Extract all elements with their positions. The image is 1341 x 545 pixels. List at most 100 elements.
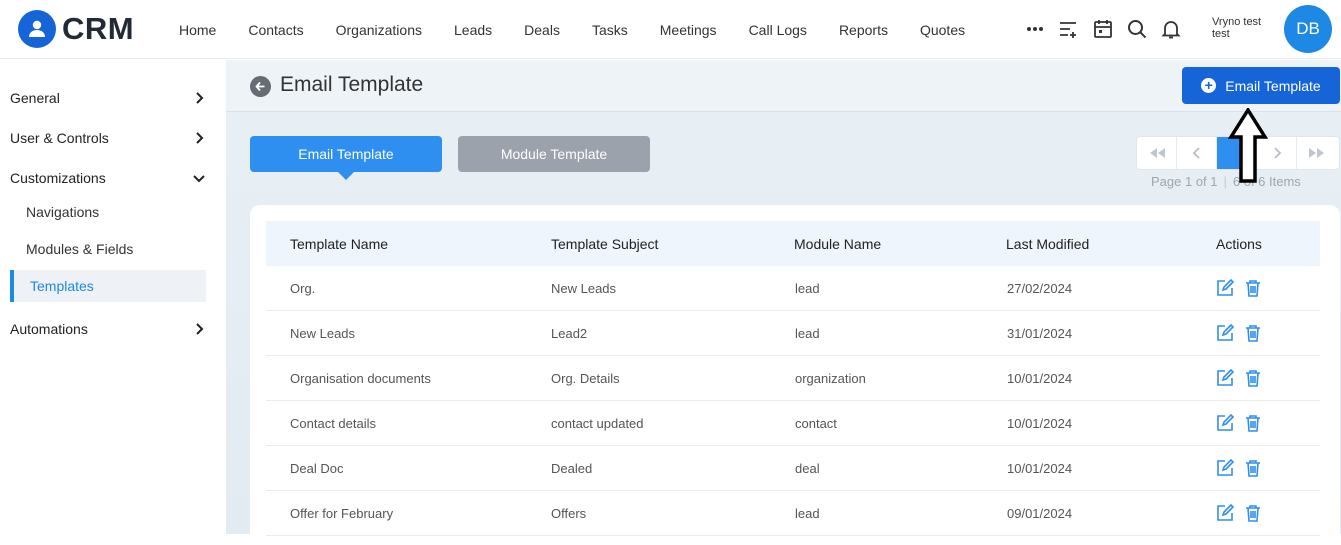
nav-deals[interactable]: Deals xyxy=(508,22,576,38)
logo-user-icon xyxy=(18,10,56,48)
tab-email-template[interactable]: Email Template xyxy=(250,136,442,180)
edit-icon[interactable] xyxy=(1216,369,1234,387)
nav-leads[interactable]: Leads xyxy=(438,22,508,38)
nav-home[interactable]: Home xyxy=(163,22,232,38)
trash-icon[interactable] xyxy=(1244,279,1262,297)
nav-call-logs[interactable]: Call Logs xyxy=(733,22,823,38)
templates-table-card: Template Name Template Subject Module Na… xyxy=(250,205,1340,545)
row-actions xyxy=(1216,414,1262,432)
cell-module-name: lead xyxy=(795,280,820,296)
edit-icon[interactable] xyxy=(1216,459,1234,477)
cell-last-modified: 31/01/2024 xyxy=(1007,325,1073,341)
more-icon[interactable] xyxy=(1018,14,1052,44)
cell-template-name: Org. xyxy=(290,280,316,296)
sidebar-item-general[interactable]: General xyxy=(10,83,206,113)
table-row[interactable]: New Leads Lead2 lead 31/01/2024 xyxy=(266,311,1320,356)
trash-icon[interactable] xyxy=(1244,369,1262,387)
page-header: Email Template + Email Template xyxy=(226,60,1341,112)
nav-organizations[interactable]: Organizations xyxy=(320,22,438,38)
add-button-label: Email Template xyxy=(1225,77,1321,94)
table-row[interactable]: Deal Doc Dealed deal 10/01/2024 xyxy=(266,446,1320,491)
cell-template-name: Offer for February xyxy=(290,505,394,521)
add-list-icon[interactable] xyxy=(1052,14,1086,44)
sidebar-item-label: Customizations xyxy=(10,170,106,186)
cell-module-name: contact xyxy=(795,415,837,431)
row-actions xyxy=(1216,324,1262,342)
cell-template-name: Deal Doc xyxy=(290,460,344,476)
page-title: Email Template xyxy=(280,73,424,96)
cell-template-subject: Lead2 xyxy=(551,325,588,341)
chevron-right-icon xyxy=(196,323,204,335)
row-actions xyxy=(1216,504,1262,522)
row-actions xyxy=(1216,369,1262,387)
trash-icon[interactable] xyxy=(1244,414,1262,432)
edit-icon[interactable] xyxy=(1216,324,1234,342)
last-page-icon[interactable] xyxy=(1297,137,1337,169)
nav-meetings[interactable]: Meetings xyxy=(644,22,733,38)
cell-module-name: lead xyxy=(795,325,820,341)
pager-info: Page 1 of 1 | 6 of 6 Items xyxy=(1151,174,1301,189)
cell-template-subject: New Leads xyxy=(551,280,617,296)
nav-contacts[interactable]: Contacts xyxy=(232,22,319,38)
add-email-template-button[interactable]: + Email Template xyxy=(1182,67,1340,104)
top-navbar: CRM Home Contacts Organizations Leads De… xyxy=(0,0,1341,59)
table-header: Template Name Template Subject Module Na… xyxy=(266,221,1320,266)
table-row[interactable]: Organisation documents Org. Details organi… xyxy=(266,356,1320,401)
sidebar-item-label: Automations xyxy=(10,321,88,337)
top-icons xyxy=(1018,14,1188,44)
back-arrow-icon[interactable] xyxy=(250,76,271,97)
table-row[interactable]: Org. New Leads lead 27/02/2024 xyxy=(266,266,1320,311)
nav-quotes[interactable]: Quotes xyxy=(904,22,981,38)
bell-icon[interactable] xyxy=(1154,14,1188,44)
cell-last-modified: 09/01/2024 xyxy=(1007,505,1073,521)
col-last-modified[interactable]: Last Modified xyxy=(1006,236,1089,252)
tab-module-template[interactable]: Module Template xyxy=(458,136,650,172)
app-logo[interactable]: CRM xyxy=(18,10,134,48)
edit-icon[interactable] xyxy=(1216,504,1234,522)
table-row[interactable]: Offer for February Offers lead 09/01/2024 xyxy=(266,491,1320,536)
sidebar-item-navigations[interactable]: Navigations xyxy=(10,196,206,228)
main-content: Email Template + Email Template Email Te… xyxy=(226,60,1341,545)
trash-icon[interactable] xyxy=(1244,324,1262,342)
chevron-right-icon xyxy=(196,92,204,104)
col-template-name[interactable]: Template Name xyxy=(290,236,388,252)
sidebar-item-automations[interactable]: Automations xyxy=(10,314,206,344)
sidebar-item-label: User & Controls xyxy=(10,130,109,146)
cell-last-modified: 10/01/2024 xyxy=(1007,415,1073,431)
cell-template-subject: Org. Details xyxy=(551,370,620,386)
edit-icon[interactable] xyxy=(1216,279,1234,297)
annotation-up-arrow xyxy=(1228,108,1268,183)
plus-circle-icon: + xyxy=(1201,78,1217,93)
cell-module-name: lead xyxy=(795,505,820,521)
sidebar-item-customizations[interactable]: Customizations xyxy=(10,163,206,193)
calendar-icon[interactable] xyxy=(1086,14,1120,44)
sidebar-item-user-controls[interactable]: User & Controls xyxy=(10,123,206,153)
cell-template-subject: contact updated xyxy=(551,415,644,431)
cell-last-modified: 10/01/2024 xyxy=(1007,460,1073,476)
col-module-name[interactable]: Module Name xyxy=(794,236,881,252)
search-icon[interactable] xyxy=(1120,14,1154,44)
first-page-icon[interactable] xyxy=(1137,137,1177,169)
trash-icon[interactable] xyxy=(1244,459,1262,477)
cell-template-subject: Offers xyxy=(551,505,587,521)
avatar[interactable]: DB xyxy=(1284,5,1332,53)
col-template-subject[interactable]: Template Subject xyxy=(551,236,658,252)
page-count-text: Page 1 of 1 xyxy=(1151,174,1218,189)
cell-module-name: deal xyxy=(795,460,820,476)
col-actions: Actions xyxy=(1216,235,1262,252)
user-name: Vryno test test xyxy=(1212,16,1262,40)
nav-tasks[interactable]: Tasks xyxy=(576,22,644,38)
edit-icon[interactable] xyxy=(1216,414,1234,432)
cell-module-name: organization xyxy=(795,370,866,386)
nav-reports[interactable]: Reports xyxy=(823,22,904,38)
sidebar-item-modules-fields[interactable]: Modules & Fields xyxy=(10,233,206,265)
trash-icon[interactable] xyxy=(1244,504,1262,522)
chevron-down-icon xyxy=(193,175,205,183)
sidebar-item-templates[interactable]: Templates xyxy=(10,270,206,302)
cell-template-name: Organisation documents xyxy=(290,370,431,386)
prev-page-icon[interactable] xyxy=(1177,137,1217,169)
chevron-right-icon xyxy=(196,132,204,144)
table-row[interactable]: Contact details contact updated contact 10/… xyxy=(266,401,1320,446)
row-actions xyxy=(1216,459,1262,477)
cell-template-name: Contact details xyxy=(290,415,376,431)
